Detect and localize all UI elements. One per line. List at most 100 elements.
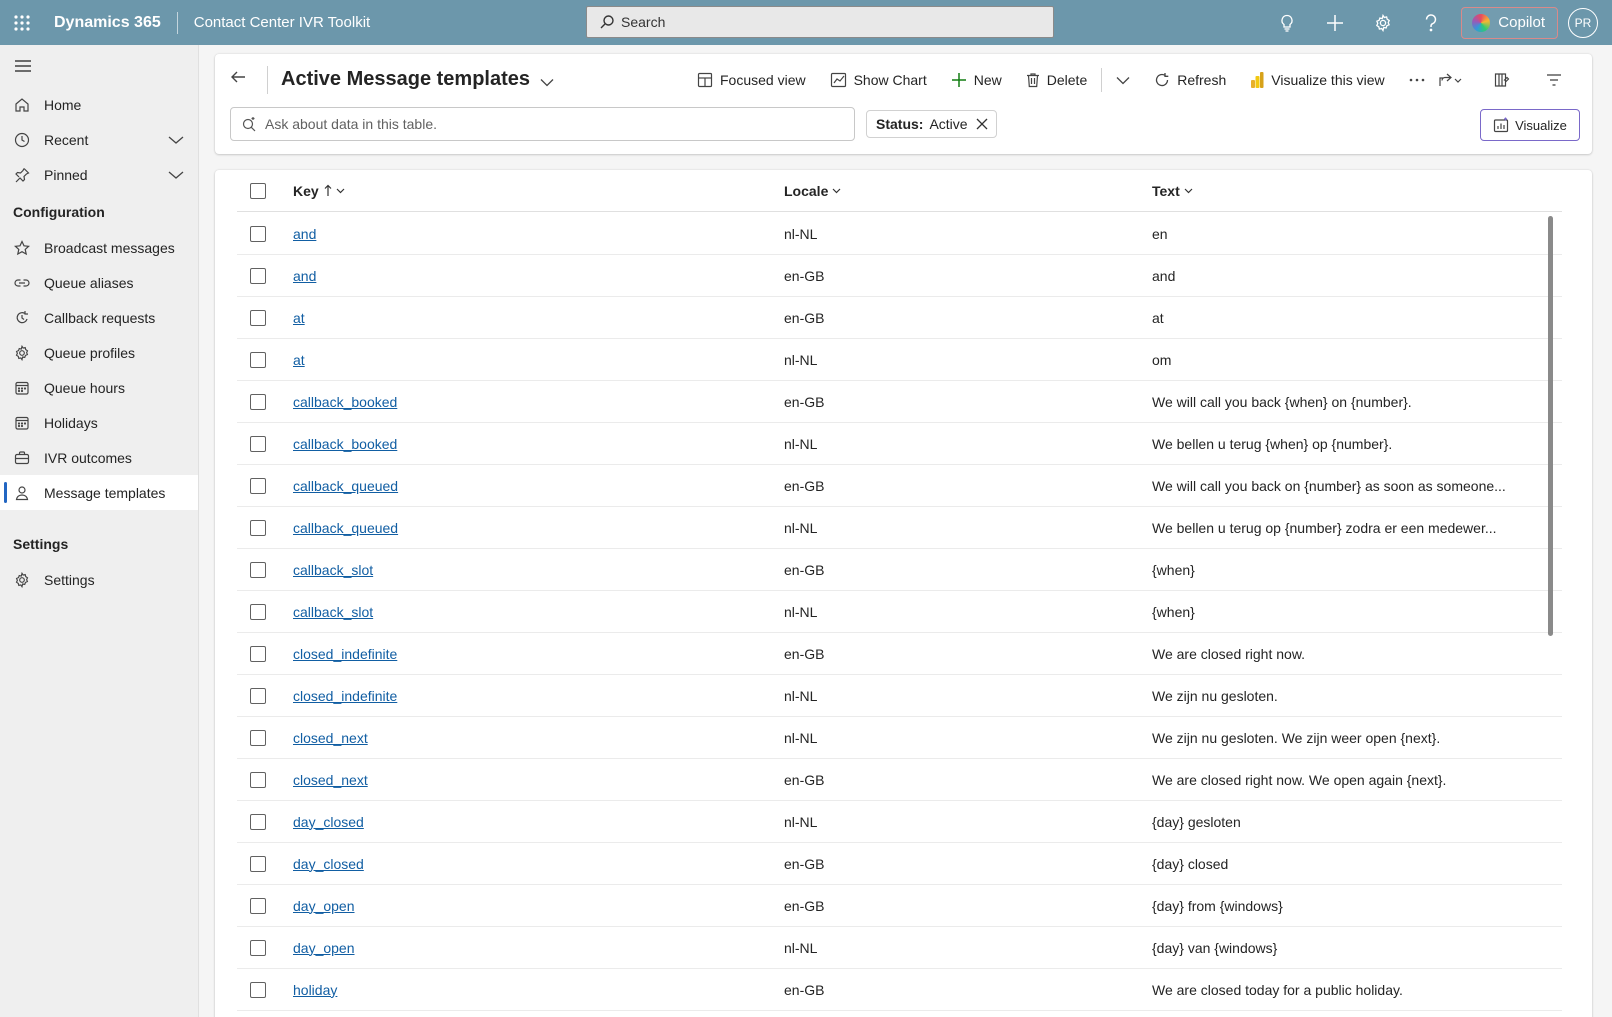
view-selector[interactable]: Active Message templates: [281, 66, 554, 93]
avatar[interactable]: PR: [1568, 7, 1598, 38]
select-all-checkbox[interactable]: [250, 182, 266, 199]
status-filter-pill[interactable]: Status: Active: [866, 110, 997, 138]
row-checkbox[interactable]: [250, 729, 266, 746]
record-link[interactable]: callback_slot: [293, 604, 373, 620]
back-arrow-icon[interactable]: [229, 68, 247, 89]
record-link[interactable]: at: [293, 352, 305, 368]
delete-button[interactable]: Delete: [1014, 64, 1099, 96]
record-link[interactable]: callback_queued: [293, 478, 398, 494]
table-row[interactable]: holiday en-GB We are closed today for a pu…: [237, 969, 1562, 1011]
row-checkbox[interactable]: [250, 771, 266, 788]
column-header-locale[interactable]: Locale: [784, 183, 841, 199]
record-link[interactable]: day_closed: [293, 856, 364, 872]
sidebar-item-recent[interactable]: Recent: [0, 122, 198, 157]
record-link[interactable]: day_open: [293, 898, 355, 914]
sidebar-item-ivr-outcomes[interactable]: IVR outcomes: [0, 440, 198, 475]
plus-icon[interactable]: [1311, 0, 1359, 45]
table-row[interactable]: closed_indefinite nl-NL We zijn nu geslote…: [237, 675, 1562, 717]
record-link[interactable]: closed_indefinite: [293, 646, 397, 662]
row-checkbox[interactable]: [250, 981, 266, 998]
table-row[interactable]: and en-GB and: [237, 255, 1562, 297]
table-row[interactable]: callback_slot nl-NL {when}: [237, 591, 1562, 633]
table-row[interactable]: closed_next nl-NL We zijn nu gesloten. We …: [237, 717, 1562, 759]
record-link[interactable]: and: [293, 268, 316, 284]
table-row[interactable]: day_open en-GB {day} from {windows}: [237, 885, 1562, 927]
sidebar-item-queue-hours[interactable]: Queue hours: [0, 370, 198, 405]
table-row[interactable]: closed_indefinite en-GB We are closed righ…: [237, 633, 1562, 675]
record-link[interactable]: and: [293, 226, 316, 242]
sidebar-item-message-templates[interactable]: Message templates: [0, 475, 198, 510]
column-header-text[interactable]: Text: [1152, 183, 1193, 199]
row-checkbox[interactable]: [250, 855, 266, 872]
row-checkbox[interactable]: [250, 645, 266, 662]
sidebar-item-settings[interactable]: Settings: [0, 562, 198, 597]
search-input[interactable]: Search: [586, 6, 1054, 38]
row-checkbox[interactable]: [250, 519, 266, 536]
sidebar-item-home[interactable]: Home: [0, 87, 198, 122]
sidebar-item-callback-requests[interactable]: Callback requests: [0, 300, 198, 335]
table-row[interactable]: and nl-NL en: [237, 213, 1562, 255]
close-icon[interactable]: [976, 118, 988, 130]
row-checkbox[interactable]: [250, 477, 266, 494]
copilot-button[interactable]: Copilot: [1461, 6, 1558, 39]
record-link[interactable]: closed_next: [293, 730, 368, 746]
column-header-key[interactable]: Key: [293, 183, 345, 199]
sidebar-item-queue-aliases[interactable]: Queue aliases: [0, 265, 198, 300]
record-link[interactable]: callback_booked: [293, 436, 397, 452]
row-checkbox[interactable]: [250, 225, 266, 242]
record-link[interactable]: callback_booked: [293, 394, 397, 410]
row-checkbox[interactable]: [250, 561, 266, 578]
visualize-button[interactable]: Visualize: [1480, 109, 1580, 141]
help-icon[interactable]: [1407, 0, 1455, 45]
app-title[interactable]: Dynamics 365: [54, 11, 178, 34]
lightbulb-icon[interactable]: [1263, 0, 1311, 45]
record-link[interactable]: callback_queued: [293, 520, 398, 536]
table-row[interactable]: day_closed nl-NL {day} gesloten: [237, 801, 1562, 843]
ask-data-input[interactable]: Ask about data in this table.: [230, 107, 855, 141]
table-row[interactable]: callback_booked en-GB We will call you bac…: [237, 381, 1562, 423]
vertical-scrollbar[interactable]: [1548, 216, 1553, 636]
record-link[interactable]: callback_slot: [293, 562, 373, 578]
row-checkbox[interactable]: [250, 351, 266, 368]
show-chart-button[interactable]: Show Chart: [818, 64, 939, 96]
chevron-down-icon[interactable]: [168, 167, 184, 183]
record-link[interactable]: closed_next: [293, 772, 368, 788]
row-checkbox[interactable]: [250, 267, 266, 284]
hamburger-icon[interactable]: [0, 45, 198, 87]
row-checkbox[interactable]: [250, 687, 266, 704]
table-row[interactable]: callback_slot en-GB {when}: [237, 549, 1562, 591]
filter-icon[interactable]: [1528, 64, 1580, 96]
focused-view-button[interactable]: Focused view: [685, 64, 818, 96]
record-link[interactable]: at: [293, 310, 305, 326]
row-checkbox[interactable]: [250, 939, 266, 956]
gear-icon[interactable]: [1359, 0, 1407, 45]
new-button[interactable]: New: [939, 64, 1014, 96]
table-row[interactable]: day_closed en-GB {day} closed: [237, 843, 1562, 885]
record-link[interactable]: day_open: [293, 940, 355, 956]
record-link[interactable]: closed_indefinite: [293, 688, 397, 704]
app-name[interactable]: Contact Center IVR Toolkit: [194, 14, 370, 31]
sidebar-item-queue-profiles[interactable]: Queue profiles: [0, 335, 198, 370]
table-row[interactable]: callback_booked nl-NL We bellen u terug {w…: [237, 423, 1562, 465]
row-checkbox[interactable]: [250, 435, 266, 452]
more-commands-dropdown[interactable]: [1104, 64, 1142, 96]
table-row[interactable]: callback_queued nl-NL We bellen u terug op…: [237, 507, 1562, 549]
refresh-button[interactable]: Refresh: [1142, 64, 1238, 96]
visualize-view-button[interactable]: Visualize this view: [1238, 64, 1396, 96]
sidebar-item-holidays[interactable]: Holidays: [0, 405, 198, 440]
row-checkbox[interactable]: [250, 813, 266, 830]
table-row[interactable]: closed_next en-GB We are closed right now.…: [237, 759, 1562, 801]
sidebar-item-pinned[interactable]: Pinned: [0, 157, 198, 192]
table-row[interactable]: day_open nl-NL {day} van {windows}: [237, 927, 1562, 969]
row-checkbox[interactable]: [250, 603, 266, 620]
edit-columns-icon[interactable]: [1476, 64, 1528, 96]
app-launcher-icon[interactable]: [0, 0, 44, 45]
row-checkbox[interactable]: [250, 897, 266, 914]
chevron-down-icon[interactable]: [168, 132, 184, 148]
table-row[interactable]: at en-GB at: [237, 297, 1562, 339]
table-row[interactable]: callback_queued en-GB We will call you bac…: [237, 465, 1562, 507]
record-link[interactable]: day_closed: [293, 814, 364, 830]
row-checkbox[interactable]: [250, 393, 266, 410]
record-link[interactable]: holiday: [293, 982, 337, 998]
row-checkbox[interactable]: [250, 309, 266, 326]
